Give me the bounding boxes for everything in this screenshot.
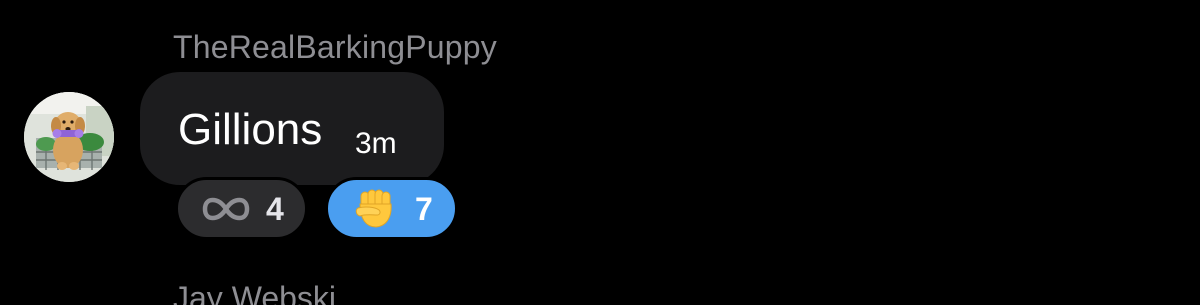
raised-fist-emoji-icon xyxy=(355,189,392,228)
next-sender-name: Jay Webski xyxy=(173,280,337,305)
avatar[interactable] xyxy=(24,92,114,182)
sender-name: TheRealBarkingPuppy xyxy=(173,29,497,65)
reaction-count: 7 xyxy=(415,190,433,227)
reaction-infinity[interactable]: 4 xyxy=(175,177,308,240)
reaction-raised-fist[interactable]: 7 xyxy=(325,177,458,240)
chat-thread: TheRealBarkingPuppy Gillions 3m 4 7 Jay … xyxy=(0,0,1200,305)
message-timestamp: 3m xyxy=(355,127,397,160)
message-text: Gillions xyxy=(178,105,323,154)
reaction-count: 4 xyxy=(266,190,284,227)
puppy-photo-icon xyxy=(24,92,114,182)
infinity-icon xyxy=(202,197,250,220)
